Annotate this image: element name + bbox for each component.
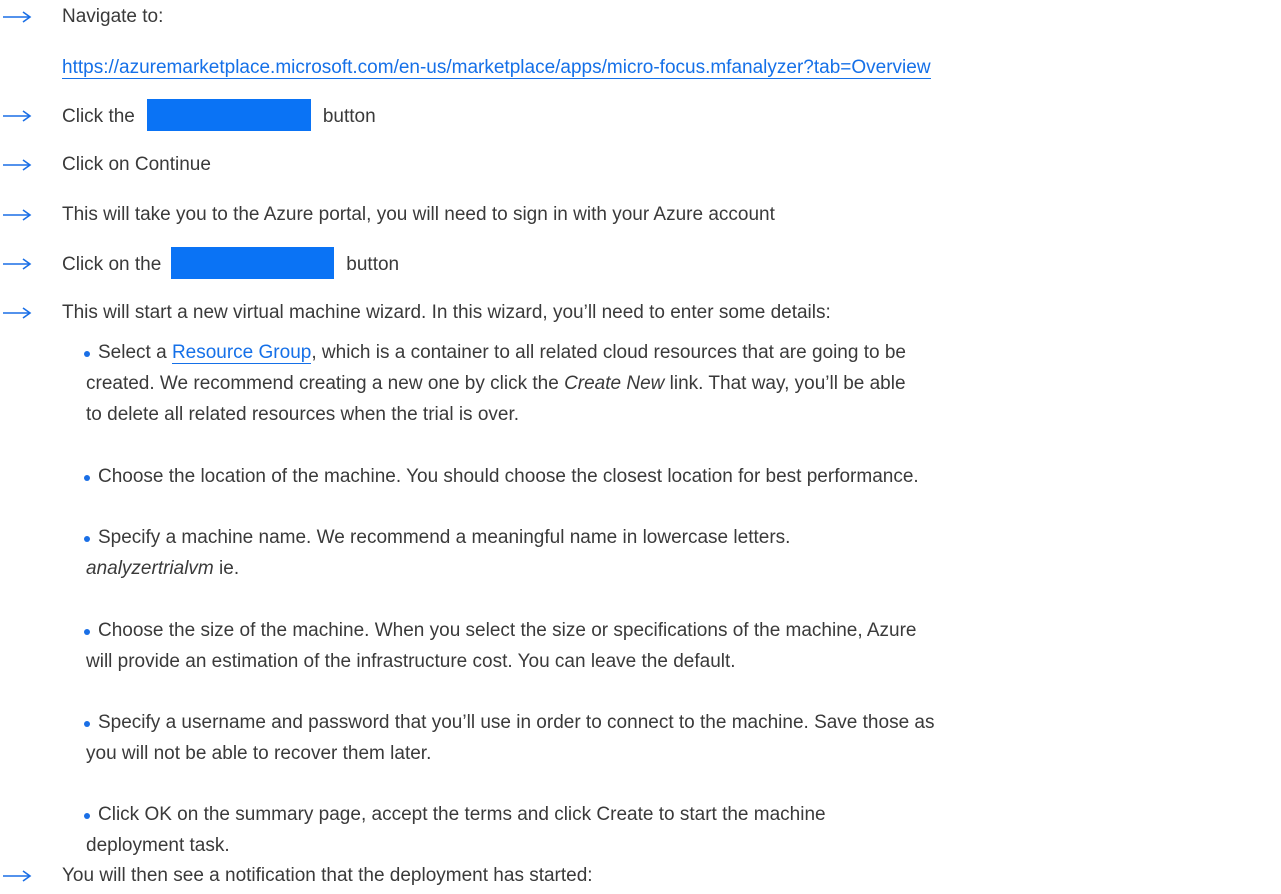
bullet-dot-icon <box>84 536 90 542</box>
list-item-line: Choose the location of the machine. You … <box>98 466 919 487</box>
list-item-text: , which is a container to all related cl… <box>311 342 906 363</box>
bullet-dot-icon <box>84 351 90 357</box>
step-text-with-button: Click the button <box>62 99 376 133</box>
step-text: This will start a new virtual machine wi… <box>62 302 831 323</box>
arrow-right-icon <box>0 249 34 279</box>
bullet-dot-icon <box>84 475 90 481</box>
marketplace-link-line: https://azuremarketplace.microsoft.com/e… <box>62 53 931 83</box>
arrow-right-icon <box>0 2 34 32</box>
list-item-line: deployment task. <box>86 835 230 856</box>
bullet-dot-icon <box>84 629 90 635</box>
bullet-dot-icon <box>84 813 90 819</box>
create-new-emphasis: Create New <box>564 373 665 394</box>
list-item-line: Select a Resource Group, which is a cont… <box>98 338 906 368</box>
list-item-line: to delete all related resources when the… <box>86 404 520 425</box>
step-text-before: Click on the <box>62 254 162 276</box>
list-item-line: Click OK on the summary page, accept the… <box>98 804 826 825</box>
list-item-line: Specify a machine name. We recommend a m… <box>98 527 791 548</box>
step-text-after: button <box>346 254 400 276</box>
step-text: You will then see a notification that th… <box>62 865 593 886</box>
get-it-now-button-placeholder[interactable] <box>146 99 311 131</box>
list-item-line: you will not be able to recover them lat… <box>86 743 432 764</box>
list-item-text: link. That way, you’ll be able <box>664 373 906 394</box>
list-item-line: created. We recommend creating a new one… <box>86 369 906 399</box>
step-text: This will take you to the Azure portal, … <box>62 204 775 225</box>
arrow-right-icon <box>0 150 34 180</box>
arrow-right-icon <box>0 298 34 328</box>
list-item-line: will provide an estimation of the infras… <box>86 651 736 672</box>
bullet-dot-icon <box>84 721 90 727</box>
step-text-after: button <box>322 106 376 128</box>
list-item-text: ie. <box>213 558 240 579</box>
machine-name-example: analyzertrialvm <box>86 558 214 579</box>
list-item-text: created. We recommend creating a new one… <box>86 373 565 394</box>
arrow-right-icon <box>0 101 34 131</box>
resource-group-link[interactable]: Resource Group <box>171 342 312 364</box>
step-text-with-button: Click on the button <box>62 247 400 281</box>
create-button-placeholder[interactable] <box>171 247 335 279</box>
list-item-line: Specify a username and password that you… <box>98 712 935 733</box>
marketplace-link[interactable]: https://azuremarketplace.microsoft.com/e… <box>62 57 931 79</box>
arrow-right-icon <box>0 200 34 230</box>
arrow-right-icon <box>0 861 34 891</box>
step-text: Click on Continue <box>62 154 211 175</box>
list-item-text: Select a <box>98 342 172 363</box>
step-text: Navigate to: <box>62 6 164 27</box>
list-item-line: Choose the size of the machine. When you… <box>98 620 917 641</box>
step-text-before: Click the <box>62 106 135 128</box>
list-item-line: analyzertrialvm ie. <box>86 554 239 584</box>
